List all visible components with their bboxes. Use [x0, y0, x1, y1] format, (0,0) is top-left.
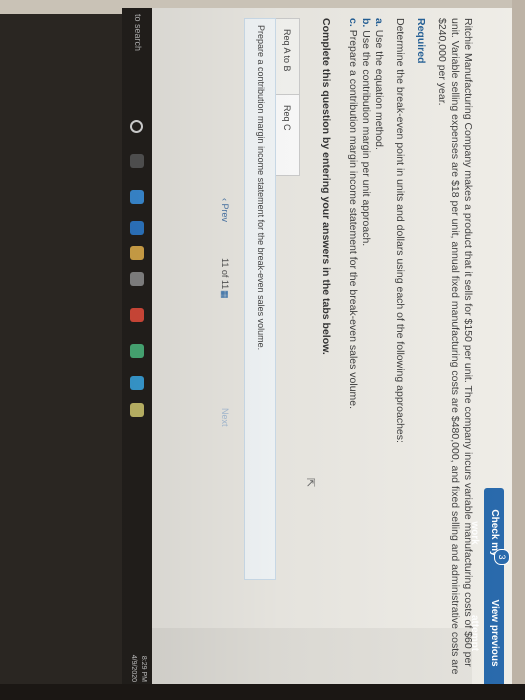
app-icon[interactable]: [130, 344, 144, 358]
app-icon[interactable]: [130, 308, 144, 322]
cortana-icon[interactable]: [130, 120, 143, 133]
edge-icon[interactable]: [130, 221, 144, 235]
app-icon[interactable]: [130, 403, 144, 417]
page-count: 11 of 11: [220, 258, 230, 290]
task-view-icon[interactable]: [130, 154, 144, 168]
photo-edge-right: [512, 0, 525, 700]
problem-paragraph: Ritchie Manufacturing Company makes a pr…: [436, 18, 474, 675]
clock-time[interactable]: 8:29 PM: [138, 608, 148, 682]
chrome-icon[interactable]: [130, 376, 144, 390]
view-previous-attempt-button[interactable]: View previous attempt: [469, 573, 504, 688]
prev-button[interactable]: ‹ Prev: [220, 198, 230, 222]
requirement-item: b. Use the contribution margin per unit …: [360, 18, 372, 247]
people-icon[interactable]: [130, 272, 144, 286]
file-explorer-icon[interactable]: [130, 246, 144, 260]
taskbar-search[interactable]: to search: [133, 14, 143, 51]
system-tray: 8:29 PM 4/9/2020: [128, 608, 148, 682]
photo-edge-bottom: [0, 684, 525, 700]
requirements-list: a. Use the equation method. b. Use the c…: [346, 18, 385, 678]
screen: Check my work 3 View previous attempt Ri…: [122, 8, 512, 688]
problem-text: Ritchie Manufacturing Company makes a pr…: [346, 18, 474, 678]
taskbar: to search 8:29 PM 4/9/2020: [122, 8, 152, 688]
required-line: Determine the break-even point in units …: [394, 18, 406, 443]
requirement-item: a. Use the equation method.: [373, 18, 385, 150]
tab-req-a-to-b[interactable]: Req A to B: [274, 18, 300, 102]
grid-icon[interactable]: ▦: [219, 290, 230, 299]
mouse-cursor-icon: ⇱: [304, 478, 316, 488]
complete-prompt: Complete this question by entering your …: [320, 18, 332, 355]
next-button[interactable]: Next: [220, 408, 230, 427]
check-count-badge: 3: [494, 549, 510, 565]
clock-date[interactable]: 4/9/2020: [128, 608, 138, 682]
required-title: Required: [415, 18, 427, 64]
requirement-item: c. Prepare a contribution margin income …: [347, 18, 359, 410]
tab-panel: Prepare a contribution margin income sta…: [244, 18, 276, 580]
tab-req-c[interactable]: Req C: [274, 94, 300, 176]
tab-instruction: Prepare a contribution margin income sta…: [256, 25, 266, 351]
top-toolbar: Check my work 3 View previous attempt: [469, 8, 512, 688]
pager: ‹ Prev 11 of 11 ▦ Next: [214, 198, 230, 498]
store-icon[interactable]: [130, 190, 144, 204]
